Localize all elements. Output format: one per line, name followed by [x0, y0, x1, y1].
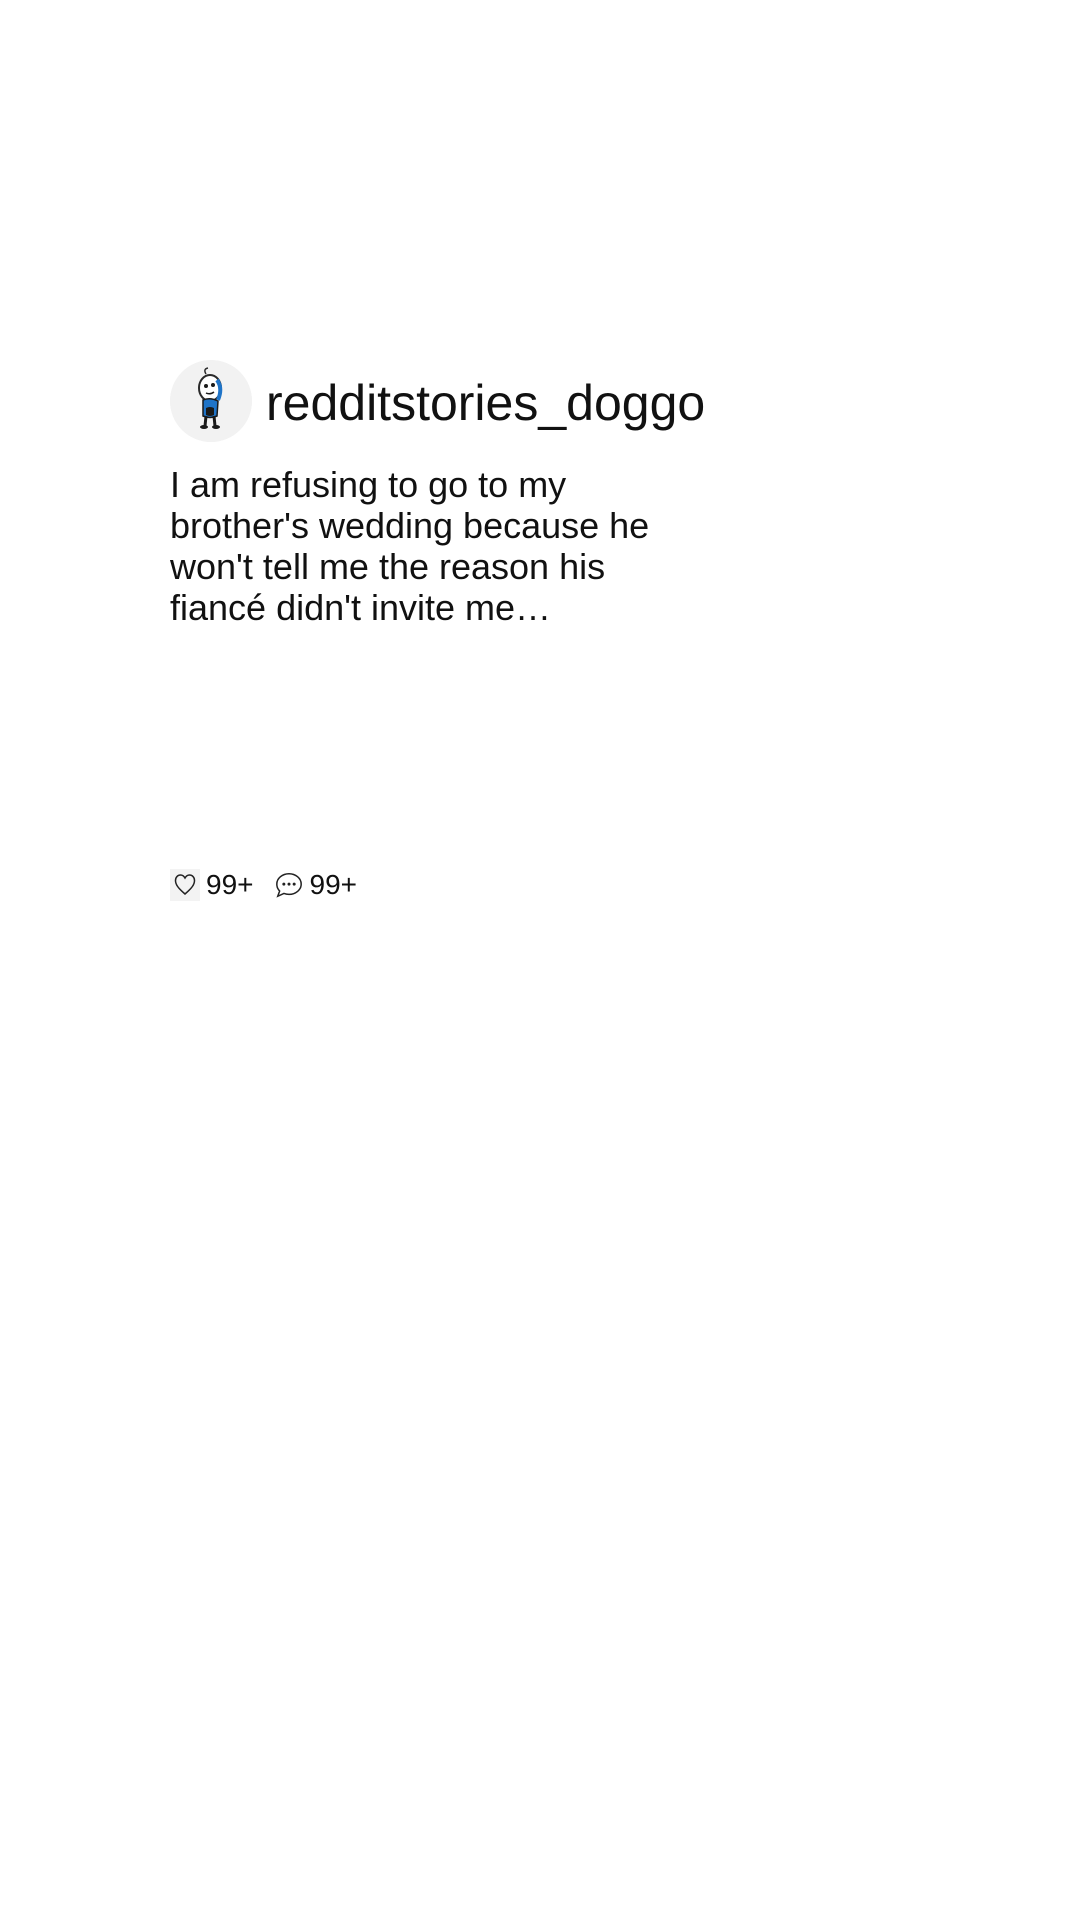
like-count: 99+ — [206, 869, 254, 900]
username[interactable]: redditstories_doggo — [266, 374, 705, 428]
like-button[interactable]: 99+ — [170, 869, 254, 901]
cartoon-character-avatar-icon — [170, 360, 252, 442]
comment-bubble-icon — [274, 869, 304, 901]
post-header: redditstories_doggo — [170, 360, 870, 442]
post-stats: 99+ 99+ — [170, 868, 357, 902]
heart-icon — [170, 869, 200, 901]
comment-button[interactable]: 99+ — [274, 869, 358, 901]
post-card: redditstories_doggo I am refusing to go … — [170, 360, 870, 628]
post-text: I am refusing to go to my brother's wedd… — [170, 464, 650, 628]
comment-count: 99+ — [309, 869, 358, 900]
avatar[interactable] — [170, 360, 252, 442]
